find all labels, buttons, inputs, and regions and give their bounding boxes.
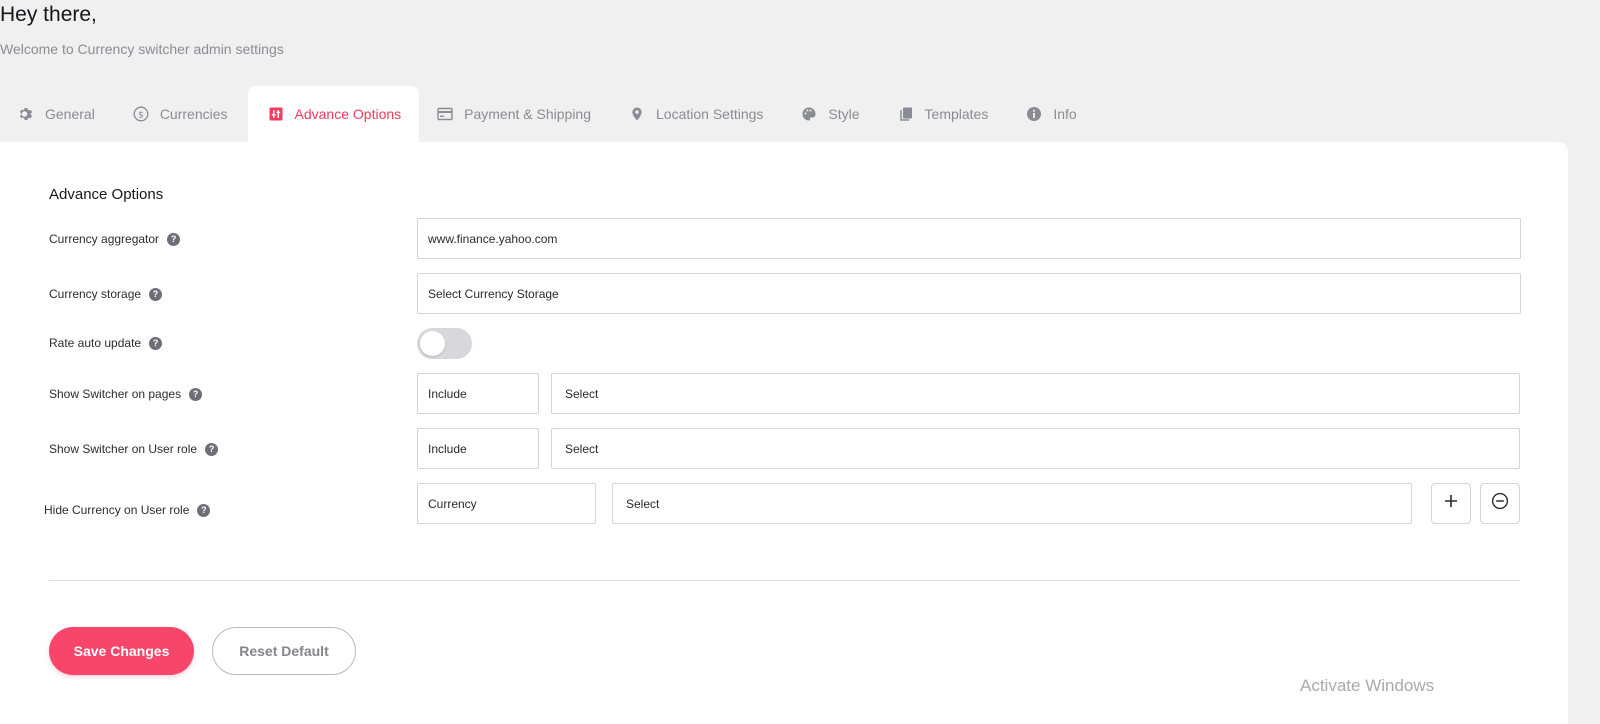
advance-options-panel: Advance Options Currency aggregator ? ww…: [0, 142, 1568, 724]
auto-update-label: Rate auto update ?: [49, 333, 163, 353]
minus-circle-icon: [1491, 492, 1509, 515]
hide-currency-label: Hide Currency on User role ?: [44, 500, 211, 520]
section-divider: [49, 580, 1520, 581]
aggregator-label: Currency aggregator ?: [49, 229, 181, 249]
switcher-role-label: Show Switcher on User role ?: [49, 439, 219, 459]
tab-label: Info: [1053, 106, 1077, 122]
tab-label: Style: [828, 106, 860, 122]
help-icon[interactable]: ?: [205, 442, 219, 456]
tab-advance-options[interactable]: Advance Options: [247, 86, 420, 142]
aggregator-select[interactable]: www.finance.yahoo.com: [417, 218, 1521, 259]
plus-icon: [1443, 493, 1459, 514]
hide-currency-currency-select[interactable]: Currency: [417, 483, 596, 524]
tab-label: Location Settings: [656, 106, 764, 122]
gear-icon: [18, 106, 34, 122]
switcher-role-mode-select[interactable]: Include: [417, 428, 539, 469]
sliders-icon: [268, 106, 284, 122]
tab-info[interactable]: Info: [1008, 86, 1096, 142]
help-icon[interactable]: ?: [149, 336, 163, 350]
switcher-pages-select[interactable]: Select: [551, 373, 1520, 414]
help-icon[interactable]: ?: [149, 287, 163, 301]
storage-label: Currency storage ?: [49, 284, 163, 304]
tab-location-settings[interactable]: Location Settings: [611, 86, 783, 142]
reset-default-button[interactable]: Reset Default: [212, 627, 356, 675]
section-title: Advance Options: [49, 186, 164, 203]
info-icon: [1026, 106, 1042, 122]
tab-general[interactable]: General: [0, 86, 115, 142]
remove-row-button[interactable]: [1480, 483, 1520, 524]
tab-label: Currencies: [159, 106, 228, 122]
tab-label: Advance Options: [294, 106, 402, 122]
settings-tabs: General $ Currencies Advance Options Pay…: [0, 86, 1097, 142]
help-icon[interactable]: ?: [197, 503, 211, 517]
tab-label: General: [45, 106, 95, 122]
storage-select[interactable]: Select Currency Storage: [417, 273, 1521, 314]
save-changes-button[interactable]: Save Changes: [49, 627, 194, 675]
switcher-role-select[interactable]: Select: [551, 428, 1520, 469]
tab-label: Templates: [924, 106, 989, 122]
auto-update-toggle[interactable]: [417, 328, 472, 359]
help-icon[interactable]: ?: [167, 232, 181, 246]
palette-icon: [801, 106, 817, 122]
welcome-subtitle: Welcome to Currency switcher admin setti…: [0, 41, 284, 57]
copy-icon: [898, 106, 914, 122]
tab-style[interactable]: Style: [783, 86, 879, 142]
switcher-pages-label: Show Switcher on pages ?: [49, 384, 203, 404]
svg-text:$: $: [138, 110, 144, 120]
toggle-knob: [420, 331, 445, 356]
help-icon[interactable]: ?: [189, 387, 203, 401]
tab-templates[interactable]: Templates: [880, 86, 1009, 142]
tab-payment-shipping[interactable]: Payment & Shipping: [419, 86, 611, 142]
greeting-title: Hey there,: [0, 3, 97, 26]
add-row-button[interactable]: [1431, 483, 1471, 524]
dollar-circle-icon: $: [133, 106, 149, 122]
hide-currency-role-select[interactable]: Select: [612, 483, 1412, 524]
tab-label: Payment & Shipping: [464, 106, 591, 122]
switcher-pages-mode-select[interactable]: Include: [417, 373, 539, 414]
payment-card-icon: [437, 106, 453, 122]
activate-windows-watermark: Activate Windows: [1300, 676, 1435, 695]
tab-currencies[interactable]: $ Currencies: [115, 86, 248, 142]
location-pin-icon: [629, 106, 645, 122]
